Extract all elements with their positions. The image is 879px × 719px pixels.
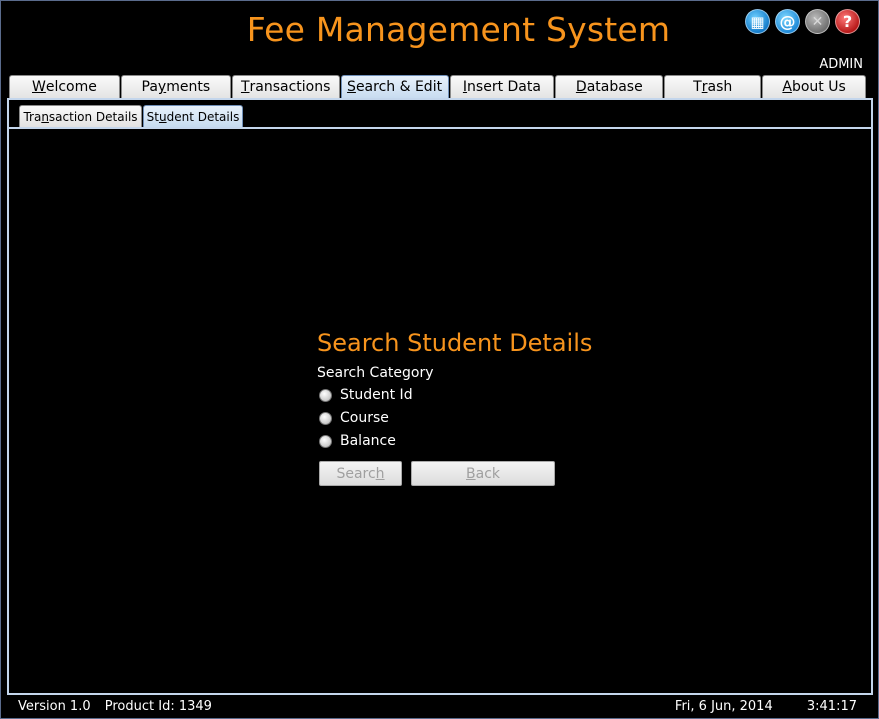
radio-label: Course — [340, 410, 389, 426]
radio-balance[interactable]: Balance — [319, 433, 396, 449]
status-left: Version 1.0 Product Id: 1349 — [18, 699, 222, 714]
tab-label: ransactions — [249, 79, 331, 95]
radio-student-id[interactable]: Student Id — [319, 387, 413, 403]
tab-about-us[interactable]: About Us — [762, 75, 867, 98]
product-id-label: Product Id: 1349 — [104, 699, 212, 714]
subtab-mnemonic: u — [158, 109, 167, 124]
student-details-panel: Search Student Details Search Category S… — [9, 127, 871, 693]
tab-mnemonic: y — [157, 79, 167, 95]
tab-label: T — [693, 79, 702, 95]
subtab-label: Tra — [23, 109, 42, 124]
search-heading: Search Student Details — [317, 329, 593, 357]
button-label: Searc — [336, 465, 376, 482]
tab-mnemonic: D — [575, 79, 587, 95]
tab-label: nsert Data — [467, 79, 541, 95]
tab-label: earch & Edit — [355, 79, 443, 95]
time-label: 3:41:17 — [806, 699, 857, 714]
tab-label: atabase — [586, 79, 643, 95]
radio-button[interactable] — [319, 411, 332, 425]
tab-payments[interactable]: Pa y ments — [120, 75, 231, 98]
tab-search-edit[interactable]: Search & Edit — [340, 75, 449, 98]
tab-label: ments — [166, 79, 211, 95]
email-icon[interactable]: @ — [775, 9, 800, 34]
tab-insert-data[interactable]: Insert Data — [449, 75, 555, 98]
tab-mnemonic: T — [240, 79, 250, 95]
back-button[interactable]: Back — [411, 461, 555, 486]
tab-label: Pa — [141, 79, 158, 95]
version-label: Version 1.0 — [18, 699, 91, 714]
subtab-label: saction Details — [48, 109, 138, 124]
radio-course[interactable]: Course — [319, 410, 389, 426]
tab-database[interactable]: Database — [555, 75, 664, 98]
tab-trash[interactable]: Tr ash — [664, 75, 762, 98]
sub-tab-bar: Tra n saction Details St u dent Details — [19, 105, 244, 127]
radio-label: Student Id — [340, 387, 413, 403]
subtab-transaction-details[interactable]: Tra n saction Details — [19, 105, 142, 127]
help-icon[interactable]: ? — [835, 9, 860, 34]
button-label: ack — [475, 465, 500, 482]
radio-button[interactable] — [319, 388, 332, 402]
date-label: Fri, 6 Jun, 2014 — [674, 699, 773, 714]
content-frame: Tra n saction Details St u dent Details Sear… — [7, 98, 873, 695]
tab-label: elcome — [45, 79, 97, 95]
window-controls: ▦ @ ✕ ? — [745, 9, 860, 34]
button-mnemonic: h — [375, 465, 385, 482]
tab-label: bout Us — [791, 79, 846, 95]
radio-label: Balance — [340, 433, 396, 449]
current-user-label: ADMIN — [819, 57, 863, 72]
status-right: Fri, 6 Jun, 2014 3:41:17 — [645, 699, 857, 714]
dashboard-icon[interactable]: ▦ — [745, 9, 770, 34]
tab-label: ash — [707, 79, 733, 95]
tab-mnemonic: A — [782, 79, 792, 95]
tab-mnemonic: W — [32, 79, 46, 95]
subtab-label: St — [146, 109, 159, 124]
subtab-mnemonic: n — [41, 109, 49, 124]
search-category-label: Search Category — [317, 365, 434, 381]
search-button[interactable]: Searc h — [319, 461, 402, 486]
subtab-student-details[interactable]: St u dent Details — [143, 105, 243, 127]
radio-button[interactable] — [319, 434, 332, 448]
button-mnemonic: B — [466, 465, 476, 482]
tab-welcome[interactable]: Welcome — [9, 75, 120, 98]
close-icon[interactable]: ✕ — [805, 9, 830, 34]
main-tab-bar: Welcome Pa y ments Transactions Search & E… — [9, 75, 867, 98]
status-bar: Version 1.0 Product Id: 1349 Fri, 6 Jun,… — [1, 697, 878, 718]
app-window: Fee Management System ▦ @ ✕ ? ADMIN Welc… — [0, 0, 879, 719]
tab-mnemonic: S — [347, 79, 356, 95]
subtab-label: dent Details — [166, 109, 240, 124]
tab-transactions[interactable]: Transactions — [231, 75, 340, 98]
